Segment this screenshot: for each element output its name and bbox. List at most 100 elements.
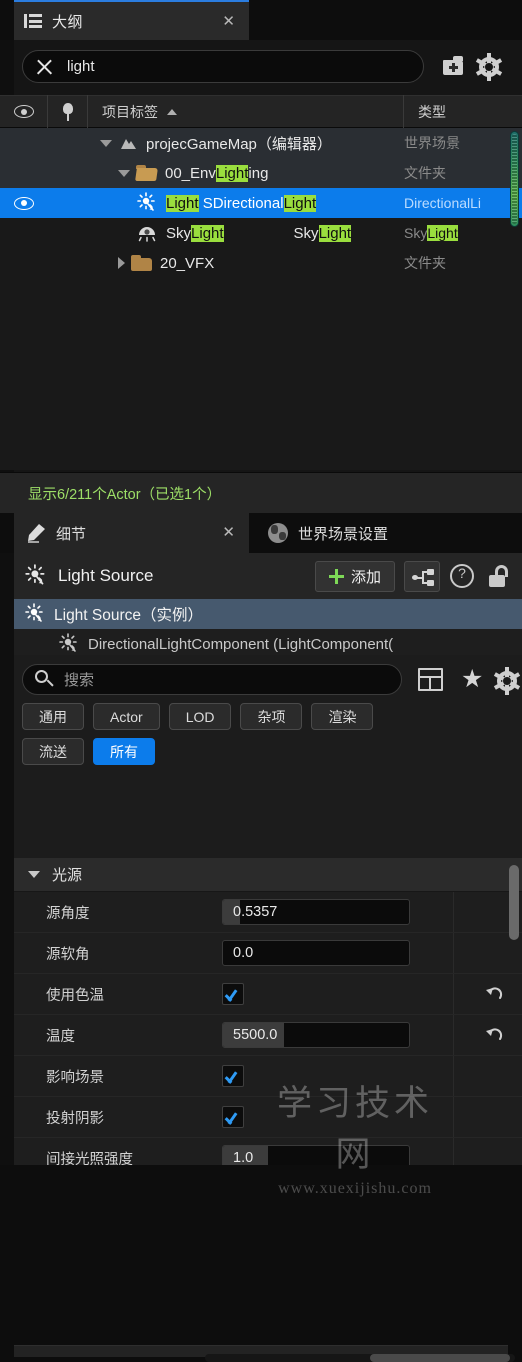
tab-world-settings[interactable]: 世界场景设置 — [256, 513, 400, 553]
property-row-cast-shadows: 投射阴影 — [14, 1097, 522, 1138]
blueprint-graph-icon[interactable] — [404, 560, 440, 592]
outliner-tree[interactable]: projecGameMap（编辑器） 世界场景 00_EnvLighting 文… — [0, 128, 522, 470]
row-name: 20_VFX — [48, 255, 404, 272]
filter-actor[interactable]: Actor — [93, 703, 160, 730]
temperature-value: 5500.0 — [233, 1027, 278, 1043]
table-row[interactable]: projecGameMap（编辑器） 世界场景 — [0, 128, 522, 158]
use-temperature-checkbox[interactable] — [222, 983, 244, 1005]
row-label: Light SDirectionalLight — [166, 194, 317, 212]
column-divider — [453, 1097, 454, 1137]
outliner-search-input[interactable]: light — [22, 50, 424, 83]
column-item-label-text: 项目标签 — [102, 103, 158, 120]
add-component-button[interactable]: 添加 — [314, 560, 395, 592]
filter-all[interactable]: 所有 — [93, 738, 155, 765]
unlock-icon[interactable] — [488, 565, 508, 587]
row-label: SkyLight — [166, 224, 224, 242]
table-row-selected[interactable]: Light SDirectionalLight DirectionalLi — [0, 188, 522, 218]
clear-x-icon[interactable] — [33, 56, 55, 78]
property-label: 源角度 — [46, 905, 90, 922]
eye-icon[interactable] — [14, 196, 34, 210]
reset-to-default-icon[interactable] — [484, 1025, 504, 1045]
folder-open-icon — [135, 165, 158, 181]
search-input[interactable]: 搜索 — [22, 664, 402, 695]
column-item-label[interactable]: 项目标签 — [88, 95, 404, 128]
details-left-edge — [0, 513, 14, 1165]
column-type[interactable]: 类型 — [404, 95, 522, 128]
component-row-light-source[interactable]: Light Source（实例） — [14, 599, 522, 629]
filter-streaming[interactable]: 流送 — [22, 738, 84, 765]
row-name: Light SDirectionalLight — [48, 192, 404, 214]
eye-icon — [13, 105, 34, 118]
column-divider — [453, 974, 454, 1014]
filter-lod[interactable]: LOD — [168, 703, 232, 730]
filter-general[interactable]: 通用 — [22, 703, 84, 730]
property-value — [222, 1065, 522, 1087]
row-label: 00_EnvLighting — [165, 164, 269, 182]
table-row[interactable]: 20_VFX 文件夹 — [0, 248, 522, 278]
row-label-match: Light — [215, 164, 249, 182]
page-title: Light Source — [58, 566, 154, 585]
component-row-directional-light-component[interactable]: DirectionalLightComponent (LightComponen… — [14, 629, 522, 659]
filter-row-1: 通用 Actor LOD 杂项 渲染 — [22, 703, 522, 730]
gear-icon[interactable] — [475, 53, 503, 81]
table-row[interactable]: SkyLight SkyLight SkyLight — [0, 218, 522, 248]
help-circle-icon[interactable]: ? — [450, 564, 474, 588]
filter-misc[interactable]: 杂项 — [240, 703, 303, 730]
row-label-match: Light — [166, 194, 199, 212]
table-layout-icon[interactable] — [418, 668, 443, 691]
source-angle-input[interactable]: 0.5357 — [222, 899, 410, 925]
filter-rendering[interactable]: 渲染 — [311, 703, 374, 730]
globe-icon — [268, 523, 288, 543]
property-value: 0.5357 — [222, 899, 522, 925]
outliner-column-header: 项目标签 类型 — [0, 95, 522, 128]
star-icon[interactable]: ★ — [461, 667, 483, 692]
row-label-mid: SDirectional — [198, 194, 284, 212]
section-header-light[interactable]: 光源 — [14, 858, 522, 892]
directional-light-icon — [24, 564, 48, 588]
tab-outliner[interactable]: 大纲 ✕ — [14, 0, 249, 40]
gear-icon[interactable] — [493, 667, 521, 695]
details-vertical-scrollbar[interactable] — [509, 865, 519, 940]
plus-icon — [328, 568, 344, 584]
property-row-indirect-lighting-intensity: 间接光照强度 1.0 — [14, 1138, 522, 1165]
column-pin[interactable] — [48, 95, 88, 128]
chevron-down-icon[interactable] — [100, 139, 112, 147]
row-type-pre: Sky — [404, 225, 428, 241]
row-type-match: Light — [427, 225, 458, 241]
outliner-icon — [24, 12, 42, 30]
row-label-mid-pre: Sky — [293, 224, 319, 242]
source-soft-angle-input[interactable]: 0.0 — [222, 940, 410, 966]
affects-world-checkbox[interactable] — [222, 1065, 244, 1087]
column-divider — [453, 892, 454, 932]
chevron-right-icon[interactable] — [118, 257, 125, 269]
component-tree[interactable]: Light Source（实例） DirectionalLightCompone… — [14, 599, 522, 655]
property-value: 1.0 — [222, 1145, 522, 1165]
directional-light-icon — [136, 192, 158, 214]
row-visibility-toggle[interactable] — [0, 196, 48, 210]
row-label-post: ing — [248, 164, 269, 182]
indirect-lighting-intensity-input[interactable]: 1.0 — [222, 1145, 410, 1165]
row-type: 文件夹 — [404, 255, 446, 271]
tab-details[interactable]: 细节 ✕ — [14, 513, 249, 553]
details-horizontal-scrollbar[interactable] — [205, 1354, 515, 1362]
column-visibility[interactable] — [0, 95, 48, 128]
row-type: SkyLight — [404, 225, 522, 241]
row-label-secondary: SkyLight — [293, 224, 352, 242]
temperature-input[interactable]: 5500.0 — [222, 1022, 410, 1048]
property-label: 温度 — [46, 1028, 75, 1045]
outliner-vertical-scrollbar[interactable] — [510, 131, 519, 227]
reset-to-default-icon[interactable] — [484, 984, 504, 1004]
outliner-tabstrip: 大纲 ✕ — [0, 0, 522, 40]
table-row[interactable]: 00_EnvLighting 文件夹 — [0, 158, 522, 188]
row-label-match: Light — [191, 224, 224, 242]
close-icon[interactable]: ✕ — [222, 14, 235, 29]
property-label: 投射阴影 — [46, 1110, 104, 1127]
cast-shadows-checkbox[interactable] — [222, 1106, 244, 1128]
add-folder-icon[interactable] — [441, 54, 467, 80]
row-label-match2: Light — [283, 194, 317, 212]
details-header: Light Source 添加 ? — [14, 553, 522, 599]
pin-icon — [62, 102, 74, 121]
chevron-down-icon[interactable] — [118, 169, 130, 177]
filter-row-2: 流送 所有 — [22, 738, 522, 765]
close-icon[interactable]: ✕ — [222, 525, 235, 540]
